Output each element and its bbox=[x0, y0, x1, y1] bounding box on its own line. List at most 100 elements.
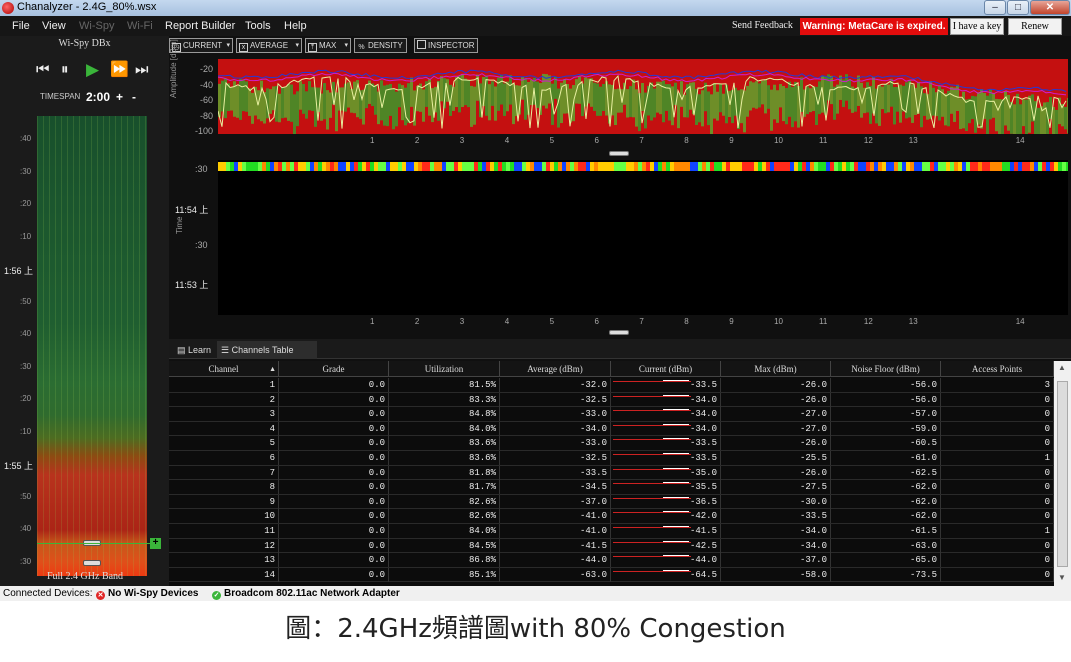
column-header[interactable]: Current (dBm) bbox=[611, 361, 721, 377]
column-header[interactable]: Noise Floor (dBm) bbox=[831, 361, 941, 377]
column-header[interactable]: Average (dBm) bbox=[500, 361, 611, 377]
waterfall-cell bbox=[686, 162, 690, 171]
waterfall-cell bbox=[998, 162, 1002, 171]
skip-back-icon[interactable]: ⏮ bbox=[36, 62, 50, 78]
play-icon[interactable]: ▶ bbox=[86, 61, 99, 78]
column-header[interactable]: Max (dBm) bbox=[721, 361, 831, 377]
waterfall-cell bbox=[858, 162, 862, 171]
menu-tools[interactable]: Tools bbox=[245, 20, 271, 32]
average-button[interactable]: x AVERAGE ▾ bbox=[236, 38, 302, 53]
waterfall-plot[interactable] bbox=[218, 160, 1068, 315]
table-row[interactable]: 3 0.0 84.8% -33.0 -34.0 -27.0 -57.0 0 bbox=[169, 407, 1054, 422]
table-scrollbar[interactable]: ▲ ▼ bbox=[1054, 361, 1071, 586]
table-row[interactable]: 5 0.0 83.6% -33.0 -33.5 -26.0 -60.5 0 bbox=[169, 436, 1054, 451]
table-cell-avg: -32.5 bbox=[500, 392, 611, 407]
skip-end-icon[interactable]: ⏭ bbox=[135, 62, 149, 78]
table-row[interactable]: 14 0.0 85.1% -63.0 -64.5 -58.0 -73.5 0 bbox=[169, 567, 1054, 583]
spectrum-splitter[interactable] bbox=[609, 151, 629, 156]
scroll-down-icon[interactable]: ▼ bbox=[1058, 573, 1066, 582]
table-row[interactable]: 13 0.0 86.8% -44.0 -44.0 -37.0 -65.0 0 bbox=[169, 553, 1054, 568]
spectrum-density-column bbox=[395, 91, 398, 127]
add-marker-icon[interactable]: + bbox=[150, 538, 161, 549]
table-cell-ap: 0 bbox=[941, 392, 1054, 407]
menu-report-builder[interactable]: Report Builder bbox=[165, 20, 235, 32]
spectrum-density-column bbox=[281, 87, 284, 119]
renew-button[interactable]: Renew bbox=[1008, 18, 1062, 35]
fast-forward-icon[interactable]: ⏩ bbox=[110, 62, 129, 78]
table-row[interactable]: 9 0.0 82.6% -37.0 -36.5 -30.0 -62.0 0 bbox=[169, 494, 1054, 510]
spectrum-y-tick: -40 bbox=[199, 79, 213, 90]
table-row[interactable]: 4 0.0 84.0% -34.0 -34.0 -27.0 -59.0 0 bbox=[169, 421, 1054, 437]
spectrum-y-tick: -60 bbox=[199, 95, 213, 105]
waterfall-cell bbox=[338, 162, 342, 171]
waterfall-cell bbox=[234, 162, 238, 171]
spectrum-density-column bbox=[269, 89, 272, 114]
density-button[interactable]: % DENSITY bbox=[354, 38, 407, 53]
send-feedback-link[interactable]: Send Feedback bbox=[732, 20, 793, 31]
inspector-button[interactable]: INSPECTOR bbox=[414, 38, 478, 53]
column-header[interactable]: Channel ▲ bbox=[169, 361, 279, 377]
scroll-up-icon[interactable]: ▲ bbox=[1058, 363, 1066, 372]
spectrum-density-column bbox=[299, 81, 302, 110]
minimize-button[interactable]: – bbox=[984, 0, 1006, 15]
menu-help[interactable]: Help bbox=[284, 20, 307, 32]
spectrum-density-column bbox=[305, 91, 308, 119]
timespan-minus-button[interactable]: - bbox=[132, 90, 136, 104]
tab-learn[interactable]: ▤ Learn bbox=[173, 341, 217, 359]
column-header[interactable]: Utilization bbox=[389, 361, 500, 377]
waterfall-cell bbox=[642, 162, 646, 171]
table-row[interactable]: 1 0.0 81.5% -32.0 -33.5 -26.0 -56.0 3 bbox=[169, 378, 1054, 393]
table-row[interactable]: 6 0.0 83.6% -32.5 -33.5 -25.5 -61.0 1 bbox=[169, 451, 1054, 466]
left-waterfall[interactable] bbox=[37, 116, 147, 576]
waterfall-cell bbox=[302, 162, 306, 171]
maximize-button[interactable]: □ bbox=[1007, 0, 1029, 15]
current-history-line bbox=[613, 570, 691, 572]
spectrum-density-column bbox=[788, 81, 791, 117]
table-cell-max: -34.0 bbox=[721, 538, 831, 553]
waterfall-cell bbox=[786, 162, 790, 171]
scroll-thumb[interactable] bbox=[1057, 381, 1068, 567]
spectrum-density-column bbox=[902, 85, 905, 112]
have-key-button[interactable]: I have a key bbox=[950, 18, 1004, 35]
column-header[interactable]: Grade bbox=[279, 361, 389, 377]
menu-wifi[interactable]: Wi-Fi bbox=[127, 20, 153, 32]
sort-ascending-icon[interactable]: ▲ bbox=[269, 361, 276, 377]
max-button[interactable]: ⤒ MAX ▾ bbox=[305, 38, 351, 53]
table-row[interactable]: 11 0.0 84.0% -41.0 -41.5 -34.0 -61.5 1 bbox=[169, 524, 1054, 539]
column-header[interactable]: Access Points bbox=[941, 361, 1054, 377]
book-icon: ▤ bbox=[177, 345, 186, 355]
waterfall-cell bbox=[882, 162, 886, 171]
menu-view[interactable]: View bbox=[42, 20, 66, 32]
band-label: Full 2.4 GHz Band bbox=[46, 571, 124, 582]
waterfall-cell bbox=[250, 162, 254, 171]
waterfall-x-tick: 11 bbox=[819, 317, 828, 326]
table-row[interactable]: 7 0.0 81.8% -33.5 -35.0 -26.0 -62.5 0 bbox=[169, 465, 1054, 481]
pause-icon[interactable]: ⏸ bbox=[61, 62, 69, 78]
left-time-tick: :10 bbox=[20, 426, 32, 436]
menu-wispy[interactable]: Wi-Spy bbox=[79, 20, 114, 32]
waterfall-x-tick: 5 bbox=[549, 317, 555, 326]
tab-channels-table[interactable]: ☰ Channels Table bbox=[217, 341, 317, 359]
table-row[interactable]: 12 0.0 84.5% -41.5 -42.5 -34.0 -63.0 0 bbox=[169, 538, 1054, 554]
menu-file[interactable]: File bbox=[12, 20, 30, 32]
current-button[interactable]: ◷ CURRENT ▾ bbox=[169, 38, 233, 53]
current-history-line bbox=[613, 468, 691, 470]
table-cell-cur: -35.5 bbox=[611, 480, 721, 495]
table-row[interactable]: 2 0.0 83.3% -32.5 -34.0 -26.0 -56.0 0 bbox=[169, 392, 1054, 408]
waterfall-splitter[interactable] bbox=[609, 330, 629, 335]
table-row[interactable]: 8 0.0 81.7% -34.5 -35.5 -27.5 -62.0 0 bbox=[169, 480, 1054, 495]
current-history-peak bbox=[663, 482, 689, 484]
left-bottom-handle[interactable] bbox=[83, 560, 101, 566]
waterfall-cell bbox=[690, 162, 694, 171]
close-button[interactable]: ✕ bbox=[1030, 0, 1070, 15]
left-time-tick: 1:55 上 bbox=[4, 461, 34, 471]
waterfall-cell bbox=[382, 162, 386, 171]
spectrum-x-tick: 5 bbox=[549, 136, 555, 145]
timespan-plus-button[interactable]: + bbox=[116, 90, 123, 104]
spectrum-plot[interactable] bbox=[218, 59, 1068, 134]
table-row[interactable]: 10 0.0 82.6% -41.0 -42.0 -33.5 -62.0 0 bbox=[169, 509, 1054, 524]
waterfall-cell bbox=[550, 162, 554, 171]
waterfall-cell bbox=[978, 162, 982, 171]
waterfall-cell bbox=[578, 162, 582, 171]
waterfall-cell bbox=[878, 162, 882, 171]
